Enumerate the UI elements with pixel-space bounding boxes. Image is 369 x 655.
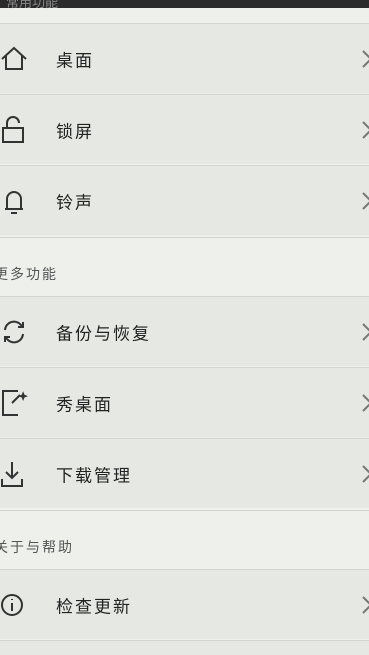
settings-item-label: 下载管理: [56, 466, 132, 486]
section-title: 关于与帮助: [0, 540, 74, 556]
chevron-right-icon: [362, 191, 369, 210]
share-sparkle-icon: [2, 389, 28, 416]
chevron-right-icon: [362, 322, 369, 341]
chevron-right-icon: [362, 49, 369, 68]
settings-item-label: 锁屏: [56, 122, 94, 142]
section-title-partial: 常用功能: [6, 0, 59, 11]
settings-item-partial: [0, 640, 369, 655]
settings-item-label: 铃声: [56, 193, 94, 213]
settings-item-ringtone[interactable]: 铃声: [0, 165, 369, 235]
settings-item-show-desktop[interactable]: 秀桌面: [0, 367, 369, 437]
settings-item-lockscreen[interactable]: 锁屏: [0, 94, 369, 164]
section-header-more: 更多功能: [0, 237, 369, 296]
section-title: 更多功能: [0, 267, 58, 283]
chevron-right-icon: [362, 393, 369, 412]
lock-icon: [2, 115, 24, 143]
section-header-about: 关于与帮助: [0, 510, 369, 569]
download-icon: [1, 461, 23, 487]
settings-item-backup-restore[interactable]: 备份与恢复: [0, 296, 369, 366]
chevron-right-icon: [362, 120, 369, 139]
sync-icon: [4, 320, 24, 343]
info-icon: [1, 593, 23, 616]
settings-item-check-update[interactable]: 检查更新: [0, 569, 369, 639]
chevron-right-icon: [362, 464, 369, 483]
settings-item-label: 桌面: [56, 51, 94, 71]
settings-item-label: 检查更新: [56, 597, 132, 617]
chevron-right-icon: [362, 595, 369, 614]
bell-icon: [5, 190, 23, 214]
settings-item-desktop[interactable]: 桌面: [0, 23, 369, 93]
home-icon: [1, 46, 27, 70]
settings-item-label: 秀桌面: [56, 395, 113, 415]
settings-item-label: 备份与恢复: [56, 324, 151, 344]
settings-item-download-manager[interactable]: 下载管理: [0, 438, 369, 508]
